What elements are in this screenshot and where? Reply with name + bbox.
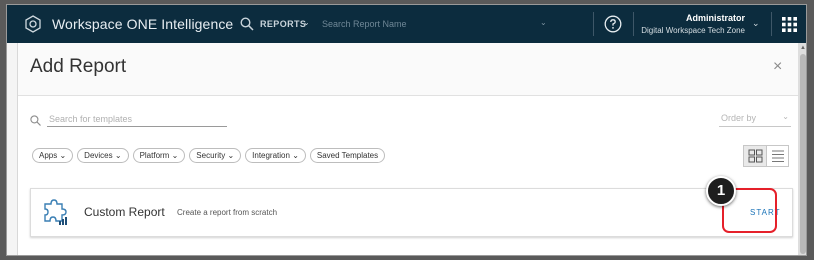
nav-divider xyxy=(593,12,594,36)
puzzle-piece-icon xyxy=(44,199,67,225)
report-search-input[interactable] xyxy=(322,15,550,33)
list-view-icon xyxy=(772,150,784,162)
workspace-one-logo-icon xyxy=(25,15,41,33)
reports-scope-dropdown[interactable]: REPORTS xyxy=(260,19,306,29)
user-organization[interactable]: Digital Workspace Tech Zone xyxy=(627,26,745,35)
chevron-down-icon: ⌄ xyxy=(227,151,235,160)
filter-chip-saved-templates[interactable]: Saved Templates xyxy=(309,148,386,163)
card-description: Create a report from scratch xyxy=(177,208,278,217)
scroll-up-arrow-icon[interactable]: ▲ xyxy=(798,43,806,53)
filter-chips: Apps ⌄ Devices ⌄ Platform ⌄ Security ⌄ I… xyxy=(32,148,386,163)
filter-chip-apps[interactable]: Apps ⌄ xyxy=(32,148,74,163)
order-by-select[interactable]: Order by ⌄ xyxy=(719,111,791,127)
chevron-down-icon: ⌄ xyxy=(782,112,789,121)
filter-chip-platform[interactable]: Platform ⌄ xyxy=(132,148,186,163)
close-icon[interactable]: × xyxy=(773,59,782,75)
chevron-down-icon: ⌄ xyxy=(292,151,299,160)
app-window: Workspace ONE Intelligence REPORTS ⌄ ⌄ A… xyxy=(6,4,807,256)
search-icon[interactable] xyxy=(240,17,254,31)
chevron-down-icon[interactable]: ⌄ xyxy=(752,18,760,29)
search-icon xyxy=(30,115,41,126)
nav-divider xyxy=(771,12,772,36)
help-circle-icon[interactable] xyxy=(604,15,622,33)
step-number-badge: 1 xyxy=(706,176,736,206)
card-title: Custom Report xyxy=(84,205,165,219)
list-view-button[interactable] xyxy=(767,146,789,166)
modal-header: Add Report × xyxy=(18,43,798,96)
template-search-input[interactable] xyxy=(47,111,227,127)
filter-chip-integration[interactable]: Integration ⌄ xyxy=(245,148,306,163)
chevron-down-icon: ⌄ xyxy=(59,151,67,160)
view-toggle xyxy=(743,145,789,167)
top-nav-bar: Workspace ONE Intelligence REPORTS ⌄ ⌄ A… xyxy=(7,5,806,43)
add-report-modal: Add Report × Order by ⌄ Apps ⌄ Devices ⌄… xyxy=(17,43,799,255)
vertical-scrollbar[interactable]: ▲ xyxy=(798,43,806,255)
scrollbar-thumb[interactable] xyxy=(800,54,806,254)
order-by-label: Order by xyxy=(721,113,757,123)
brand-name[interactable]: Workspace ONE Intelligence xyxy=(52,16,233,32)
filter-chip-security[interactable]: Security ⌄ xyxy=(189,148,242,163)
app-grid-icon[interactable] xyxy=(782,17,797,32)
chevron-down-icon[interactable]: ⌄ xyxy=(540,18,547,27)
chevron-down-icon: ⌄ xyxy=(114,151,122,160)
user-name[interactable]: Administrator xyxy=(647,13,745,23)
grid-view-icon xyxy=(748,149,763,163)
chevron-down-icon: ⌄ xyxy=(303,18,310,27)
filter-chip-devices[interactable]: Devices ⌄ xyxy=(77,148,129,163)
modal-title: Add Report xyxy=(30,56,127,77)
custom-report-card[interactable]: Custom Report Create a report from scrat… xyxy=(30,188,793,237)
grid-view-button[interactable] xyxy=(744,146,767,166)
chevron-down-icon: ⌄ xyxy=(171,151,179,160)
